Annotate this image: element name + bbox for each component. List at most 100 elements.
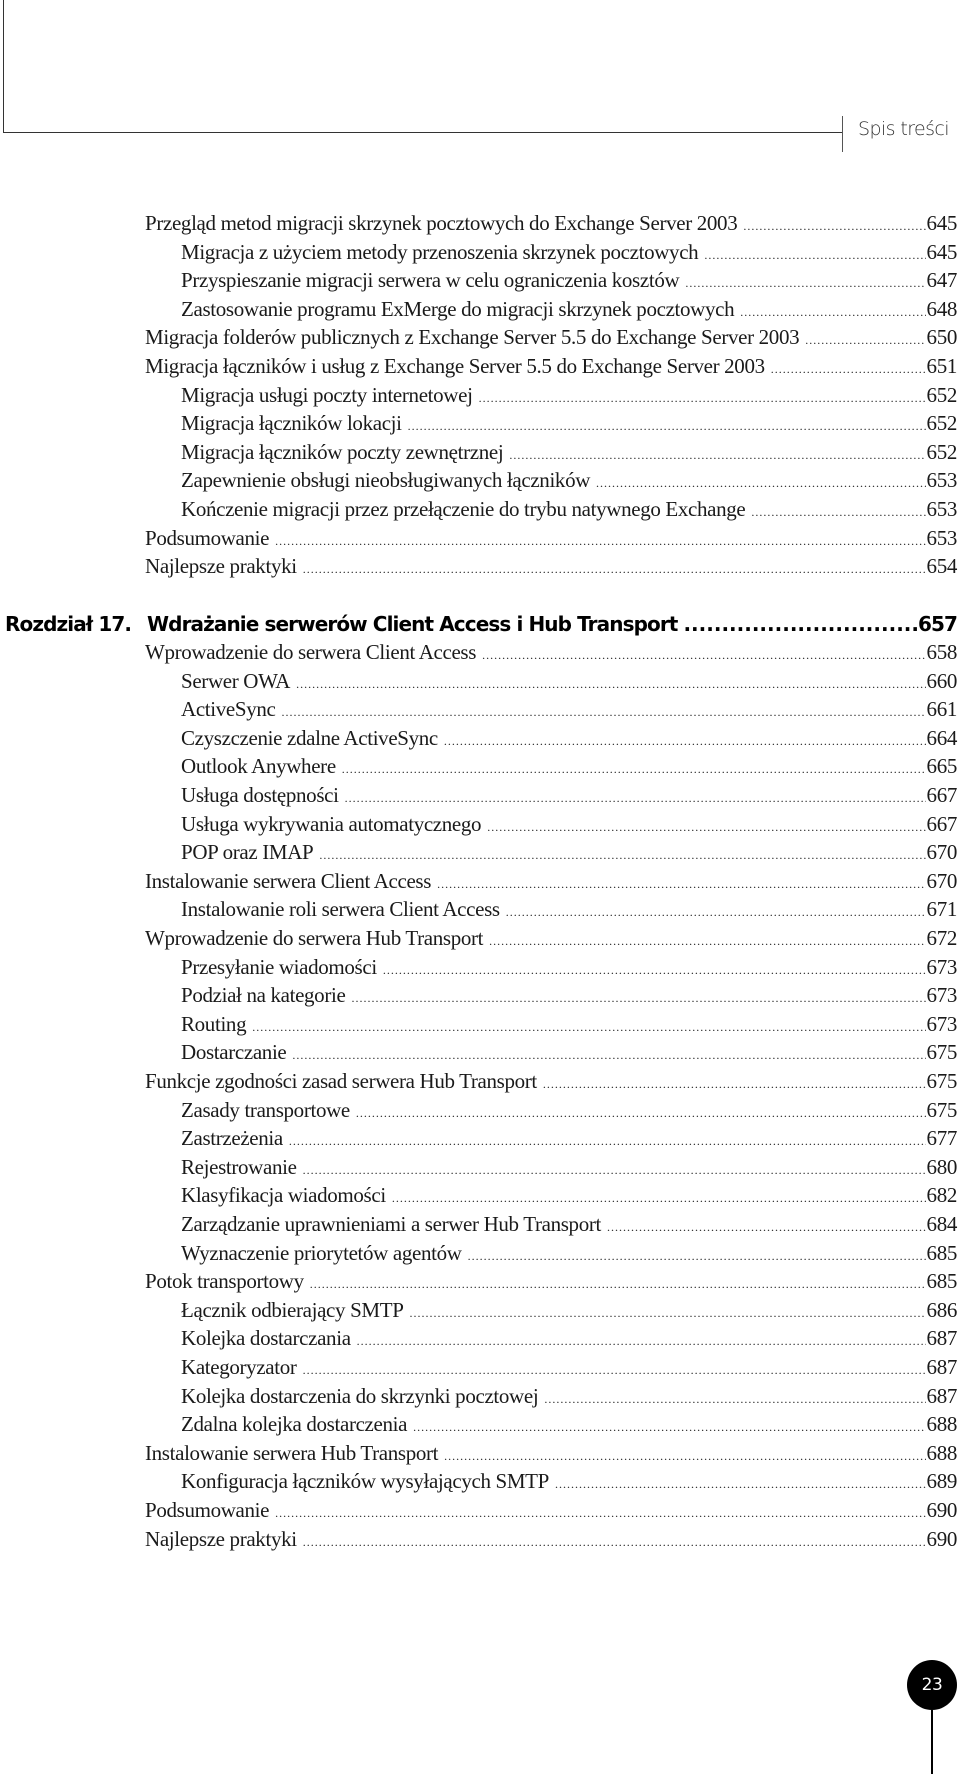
toc-entry[interactable]: Kolejka dostarczenia do skrzynki pocztow… <box>181 1384 957 1412</box>
dot-leader <box>487 820 925 835</box>
toc-entry-title: Instalowanie roli serwera Client Access <box>181 897 500 922</box>
toc-entry-page: 648 <box>926 296 958 321</box>
toc-entry[interactable]: Wyznaczenie priorytetów agentów 685 <box>181 1241 957 1269</box>
toc-entry-page: 686 <box>926 1297 958 1322</box>
toc-entry[interactable]: Zastosowanie programu ExMerge do migracj… <box>181 297 957 325</box>
toc-entry[interactable]: Przegląd metod migracji skrzynek pocztow… <box>145 211 957 239</box>
toc-entry-page: 684 <box>926 1212 958 1236</box>
toc-entry[interactable]: Zasady transportowe 675 <box>181 1098 957 1126</box>
toc-entry-title: Migracja usługi poczty internetowej <box>181 382 473 407</box>
toc-entry[interactable]: Najlepsze praktyki 690 <box>145 1527 957 1555</box>
dot-leader <box>410 1306 926 1321</box>
toc-entry-page: 687 <box>926 1355 958 1379</box>
toc-entry[interactable]: Migracja folderów publicznych z Exchange… <box>145 325 957 353</box>
toc-entry-page: 651 <box>926 354 958 378</box>
dot-leader <box>303 1163 926 1178</box>
dot-leader <box>281 705 925 720</box>
toc-entry-title: Migracja z użyciem metody przenoszenia s… <box>181 239 699 264</box>
toc-entry[interactable]: Kolejka dostarczania 687 <box>181 1326 957 1354</box>
toc-entry-page: 654 <box>926 554 958 579</box>
toc-entry[interactable]: Czyszczenie zdalne ActiveSync 664 <box>181 726 957 754</box>
toc-entry-page: 677 <box>926 1126 958 1151</box>
toc-entry[interactable]: Migracja łączników lokacji 652 <box>181 411 957 439</box>
toc-entry[interactable]: Kończenie migracji przez przełączenie do… <box>181 497 957 525</box>
toc-entry-title: Zasady transportowe <box>181 1097 350 1122</box>
toc-entry-page: 672 <box>926 926 958 950</box>
toc-entry[interactable]: Zapewnienie obsługi nieobsługiwanych łąc… <box>181 468 957 496</box>
dot-leader <box>252 1020 925 1035</box>
toc-entry[interactable]: Klasyfikacja wiadomości 682 <box>181 1183 957 1211</box>
dot-leader <box>342 762 926 777</box>
dot-leader <box>607 1220 926 1235</box>
toc-entry[interactable]: Potok transportowy 685 <box>145 1269 957 1297</box>
toc-entry-page: 652 <box>926 382 958 407</box>
toc-entry-title: Migracja łączników i usług z Exchange Se… <box>145 354 765 378</box>
dot-leader <box>319 848 925 863</box>
toc-entry-title: Potok transportowy <box>145 1269 304 1294</box>
toc-entry[interactable]: Usługa dostępności 667 <box>181 783 957 811</box>
toc-entry[interactable]: Wprowadzenie do serwera Hub Transport 672 <box>145 926 957 954</box>
toc-entry-page: 675 <box>926 1040 958 1065</box>
toc-entry[interactable]: Podsumowanie 653 <box>145 526 957 554</box>
toc-entry[interactable]: Dostarczanie 675 <box>181 1040 957 1068</box>
dot-leader <box>303 1535 926 1550</box>
toc-entry-page: 645 <box>926 211 958 235</box>
toc-entry[interactable]: Przyspieszanie migracji serwera w celu o… <box>181 268 957 296</box>
toc-entry-page: 653 <box>926 468 958 493</box>
toc-entry[interactable]: Łącznik odbierający SMTP 686 <box>181 1298 957 1326</box>
toc-entry[interactable]: Najlepsze praktyki 654 <box>145 554 957 582</box>
toc-entry-title: Podsumowanie <box>145 1498 270 1522</box>
toc-entry[interactable]: Zarządzanie uprawnieniami a serwer Hub T… <box>181 1212 957 1240</box>
dot-leader <box>544 1392 925 1407</box>
toc-entry[interactable]: Podział na kategorie 673 <box>181 983 957 1011</box>
dot-leader <box>310 1277 926 1292</box>
dot-leader <box>345 791 926 806</box>
toc-entry-title: Najlepsze praktyki <box>145 1526 297 1551</box>
toc-entry-title: Wprowadzenie do serwera Hub Transport <box>145 926 484 950</box>
toc-entry[interactable]: Funkcje zgodności zasad serwera Hub Tran… <box>145 1069 957 1097</box>
dot-leader <box>704 248 925 263</box>
toc-entry[interactable]: Rejestrowanie 680 <box>181 1155 957 1183</box>
toc-entry-page: 673 <box>926 1011 958 1036</box>
toc-entry[interactable]: Serwer OWA 660 <box>181 669 957 697</box>
toc-entry-page: 673 <box>926 983 958 1008</box>
toc-entry[interactable]: Instalowanie roli serwera Client Access 6… <box>181 897 957 925</box>
toc-entry-title: Przesyłanie wiadomości <box>181 954 377 979</box>
toc-entry-page: 688 <box>926 1412 958 1437</box>
header-separator <box>842 116 843 152</box>
toc-entry-title: Łącznik odbierający SMTP <box>181 1297 404 1322</box>
toc-entry[interactable]: Kategoryzator 687 <box>181 1355 957 1383</box>
toc-entry-title: Serwer OWA <box>181 668 291 693</box>
toc-entry[interactable]: ActiveSync 661 <box>181 697 957 725</box>
toc-entry[interactable]: Zdalna kolejka dostarczenia 688 <box>181 1412 957 1440</box>
toc-entry[interactable]: Instalowanie serwera Hub Transport 688 <box>145 1441 957 1469</box>
toc-entry-title: Zastosowanie programu ExMerge do migracj… <box>181 296 735 321</box>
toc-entry-title: Migracja łączników poczty zewnętrznej <box>181 439 504 464</box>
toc-entry[interactable]: Przesyłanie wiadomości 673 <box>181 955 957 983</box>
toc-entry[interactable]: Usługa wykrywania automatycznego 667 <box>181 812 957 840</box>
toc-entry-page: 661 <box>926 697 958 722</box>
toc-entry[interactable]: Migracja usługi poczty internetowej 652 <box>181 383 957 411</box>
dot-leader <box>596 476 926 491</box>
toc-entry[interactable]: Konfiguracja łączników wysyłających SMTP… <box>181 1469 957 1497</box>
toc-entry-title: Funkcje zgodności zasad serwera Hub Tran… <box>145 1069 537 1093</box>
toc-entry[interactable]: POP oraz IMAP 670 <box>181 840 957 868</box>
toc-entry-page: 690 <box>926 1498 958 1522</box>
toc-entry[interactable]: Instalowanie serwera Client Access 670 <box>145 869 957 897</box>
toc-entry[interactable]: Podsumowanie 690 <box>145 1498 957 1526</box>
toc-entry[interactable]: Migracja łączników poczty zewnętrznej 652 <box>181 440 957 468</box>
toc-entry-title: Wyznaczenie priorytetów agentów <box>181 1240 462 1265</box>
dot-leader <box>356 1106 926 1121</box>
toc-entry-title: Kolejka dostarczenia do skrzynki pocztow… <box>181 1383 539 1408</box>
dot-leader <box>543 1077 926 1092</box>
chapter-heading[interactable]: Rozdział 17. Wdrażanie serwerów Client A… <box>5 612 958 636</box>
toc-entry[interactable]: Routing 673 <box>181 1012 957 1040</box>
toc-entry[interactable]: Migracja łączników i usług z Exchange Se… <box>145 354 957 382</box>
toc-entry[interactable]: Wprowadzenie do serwera Client Access 658 <box>145 640 957 668</box>
toc-entry[interactable]: Zastrzeżenia 677 <box>181 1126 957 1154</box>
toc-entry[interactable]: Outlook Anywhere 665 <box>181 754 957 782</box>
dot-leader <box>740 305 925 320</box>
toc-entry[interactable]: Migracja z użyciem metody przenoszenia s… <box>181 240 957 268</box>
toc-entry-page: 650 <box>926 325 958 350</box>
dot-leader <box>509 448 925 463</box>
